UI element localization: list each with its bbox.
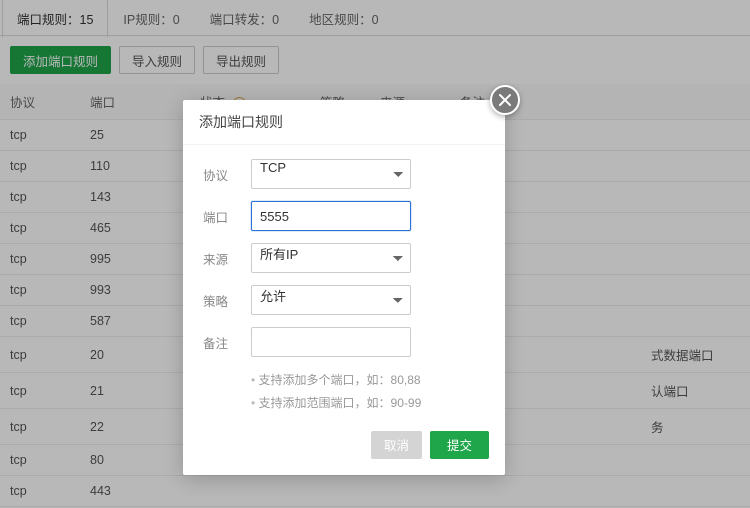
hint-line: 支持添加多个端口，如：80,88 <box>251 369 485 392</box>
cancel-button[interactable]: 取消 <box>371 431 422 459</box>
source-select[interactable]: 所有IP <box>251 243 411 273</box>
hint-line: 支持添加范围端口，如：90-99 <box>251 392 485 415</box>
policy-select[interactable]: 允许 <box>251 285 411 315</box>
remark-input[interactable] <box>251 327 411 357</box>
protocol-select[interactable]: TCP <box>251 159 411 189</box>
label-protocol: 协议 <box>203 165 251 184</box>
label-remark: 备注 <box>203 333 251 352</box>
label-port: 端口 <box>203 207 251 226</box>
label-source: 来源 <box>203 249 251 268</box>
add-port-rule-modal: 添加端口规则 协议 TCP 端口 来源 所有IP 策略 允许 备注 <box>183 100 505 475</box>
submit-button[interactable]: 提交 <box>430 431 489 459</box>
modal-title: 添加端口规则 <box>183 100 505 145</box>
close-icon[interactable] <box>490 85 520 115</box>
label-policy: 策略 <box>203 291 251 310</box>
port-input[interactable] <box>251 201 411 231</box>
hints: 支持添加多个端口，如：80,88 支持添加范围端口，如：90-99 <box>203 369 485 415</box>
